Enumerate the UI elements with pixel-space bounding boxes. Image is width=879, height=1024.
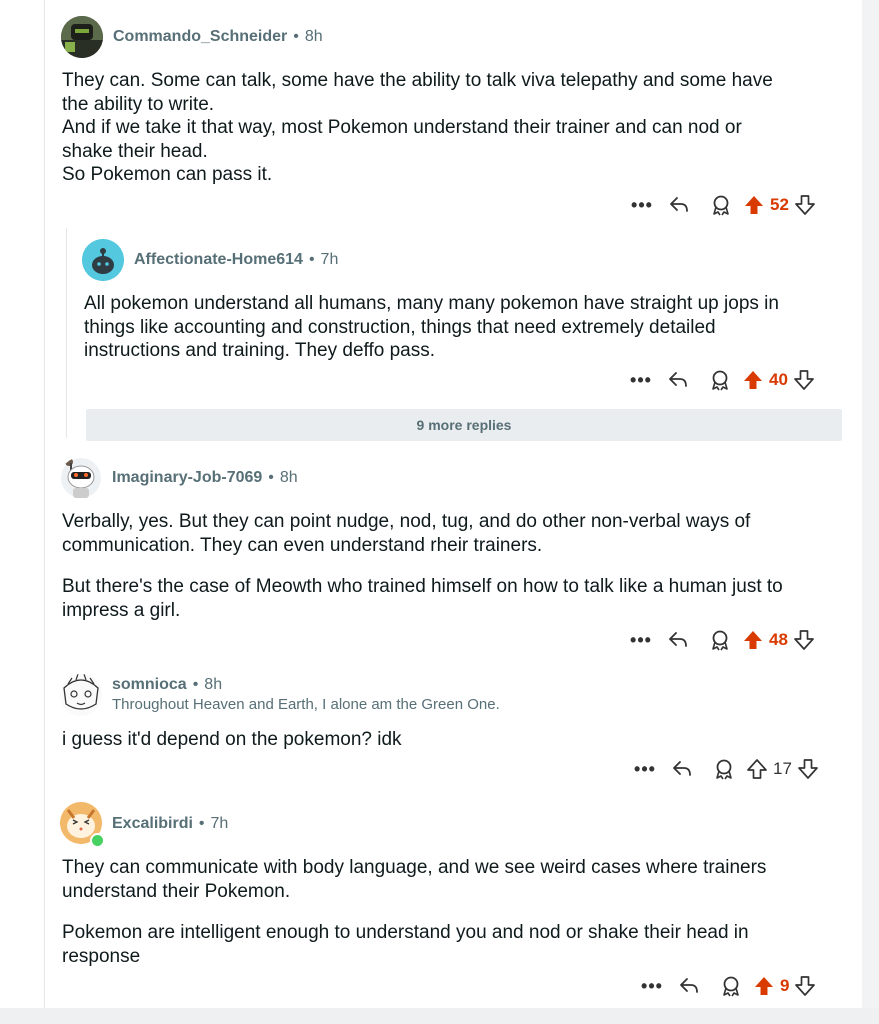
more-replies-button[interactable]: 9 more replies [86,409,842,441]
author-link[interactable]: Excalibirdi [112,815,193,832]
author-link[interactable]: Affectionate-Home614 [134,251,303,268]
comment-meta: Excalibirdi • 7h [112,815,228,833]
thread-rail-nested[interactable] [66,228,67,438]
comment-text-line: And if we take it that way, most Pokemon… [62,117,742,138]
reply-icon[interactable] [657,628,699,652]
downvote-icon[interactable] [793,193,817,217]
vote-score: 40 [769,370,788,389]
comment-text-line: They can communicate with body language,… [62,857,767,878]
comment-actions: ••• 9 [636,974,817,998]
comment-meta: Imaginary-Job-7069 • 8h [112,469,298,487]
reply-icon[interactable] [657,368,699,392]
user-flair: Throughout Heaven and Earth, I alone am … [112,696,500,713]
meta-separator: • [268,469,274,486]
comment-body: Verbally, yes. But they can point nudge,… [62,510,842,622]
comment-text-line: communication. They can even understand … [62,534,543,556]
comment-text-line: shake their head. [62,140,208,162]
page-bottom-edge [0,1008,879,1024]
comment-text-line: All pokemon understand all humans, many … [84,293,779,314]
reply-icon[interactable] [661,757,703,781]
more-icon[interactable]: ••• [626,193,658,217]
comment-body: All pokemon understand all humans, many … [84,292,864,363]
comment-text-line: So Pokemon can pass it. [62,164,273,185]
avatar[interactable] [60,457,102,499]
comment-time[interactable]: 7h [211,815,229,832]
downvote-icon[interactable] [796,757,820,781]
comment-thread: Commando_Schneider • 8h They can. Some can… [0,0,862,1024]
upvote-icon[interactable] [741,628,765,652]
award-icon[interactable] [700,193,742,217]
comment-text-line: They can. Some can talk, some have the a… [62,70,773,91]
reply-icon[interactable] [658,193,700,217]
upvote-icon[interactable] [752,974,776,998]
comment-text-line: Pokemon are intelligent enough to unders… [62,922,749,943]
comment-paragraph: Verbally, yes. But they can point nudge,… [62,510,842,557]
comment-text-line: response [62,945,141,967]
award-icon[interactable] [699,368,741,392]
thread-rail[interactable] [44,0,45,1010]
comment-text-line: things like accounting and construction,… [84,316,716,338]
comment-text-line: understand their Pokemon. [62,880,291,902]
meta-separator: • [192,676,199,693]
vote-score: 17 [773,759,792,778]
vote-score: 48 [769,630,788,649]
vote-score: 52 [770,195,789,214]
comment-text-line: But there's the case of Meowth who train… [62,576,783,597]
more-icon[interactable]: ••• [629,757,661,781]
comment-body: i guess it'd depend on the pokemon? idk [62,728,842,752]
comment-actions: ••• 52 [626,193,817,217]
comment-time[interactable]: 7h [321,251,339,268]
comment-meta: somnioca • 8h [112,676,222,694]
author-link[interactable]: somnioca [112,676,187,693]
comment-meta: Affectionate-Home614 • 7h [134,251,338,269]
more-icon[interactable]: ••• [625,628,657,652]
meta-separator: • [198,815,205,832]
avatar[interactable] [60,674,102,716]
comment-time[interactable]: 8h [305,28,323,45]
comment-paragraph: They can. Some can talk, some have the a… [62,69,842,187]
comment-time[interactable]: 8h [204,676,222,693]
downvote-icon[interactable] [793,974,817,998]
downvote-icon[interactable] [792,368,816,392]
avatar[interactable] [61,16,103,58]
award-icon[interactable] [710,974,752,998]
comment-paragraph: But there's the case of Meowth who train… [62,575,842,622]
comment-text-line: i guess it'd depend on the pokemon? idk [62,729,402,750]
comment-text-line: impress a girl. [62,599,181,621]
author-link[interactable]: Imaginary-Job-7069 [112,469,262,486]
comment-actions: ••• 17 [629,757,820,781]
avatar[interactable] [82,239,124,281]
meta-separator: • [308,251,315,268]
upvote-icon[interactable] [742,193,766,217]
online-status-dot [90,833,105,848]
comment-paragraph: All pokemon understand all humans, many … [84,292,864,363]
award-icon[interactable] [699,628,741,652]
more-icon[interactable]: ••• [625,368,657,392]
upvote-icon[interactable] [745,757,769,781]
upvote-icon[interactable] [741,368,765,392]
comment-actions: ••• 40 [625,368,816,392]
comment-actions: ••• 48 [625,628,816,652]
more-icon[interactable]: ••• [636,974,668,998]
meta-separator: • [293,28,299,45]
comment-paragraph: They can communicate with body language,… [62,856,842,903]
comment-paragraph: i guess it'd depend on the pokemon? idk [62,728,842,752]
comment-meta: Commando_Schneider • 8h [113,28,323,46]
comment-text-line: the ability to write. [62,93,215,115]
comment-body: They can communicate with body language,… [62,856,842,968]
comment-text-line: instructions and training. They deffo pa… [84,340,436,361]
comment-text-line: Verbally, yes. But they can point nudge,… [62,511,751,532]
award-icon[interactable] [703,757,745,781]
comment-time[interactable]: 8h [280,469,298,486]
downvote-icon[interactable] [792,628,816,652]
reply-icon[interactable] [668,974,710,998]
author-link[interactable]: Commando_Schneider [113,28,287,45]
comment-paragraph: Pokemon are intelligent enough to unders… [62,921,842,968]
vote-score: 9 [780,976,790,995]
comment-body: They can. Some can talk, some have the a… [62,69,842,187]
